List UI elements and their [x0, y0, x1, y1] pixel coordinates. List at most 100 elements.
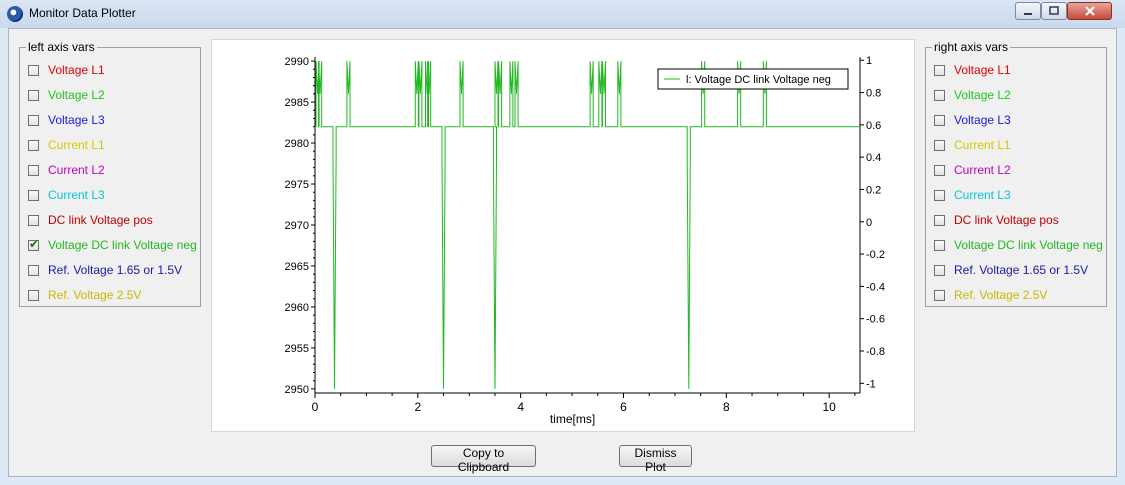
x-tick-label: 10 — [822, 400, 836, 414]
y2-tick-label: 0.8 — [866, 88, 881, 100]
y2-tick-label: -0.6 — [866, 314, 885, 326]
left-var-checkbox[interactable] — [28, 264, 39, 276]
right-var-item[interactable]: DC link Voltage pos — [934, 212, 1059, 228]
y2-tick-label: 0.6 — [866, 120, 881, 132]
plot-area[interactable]: 2950 2955 2960 2965 2970 2975 2980 2985 2990 -1 -0… — [211, 39, 915, 432]
right-var-item[interactable]: Voltage L1 — [934, 62, 1011, 78]
left-var-item[interactable]: Voltage L2 — [28, 87, 105, 103]
y2-tick-label: -0.4 — [866, 281, 885, 293]
y2-tick-label: 0.2 — [866, 184, 881, 196]
right-var-item[interactable]: Current L1 — [934, 137, 1011, 153]
right-var-checkbox[interactable] — [934, 214, 945, 226]
right-var-checkbox[interactable] — [934, 289, 945, 301]
left-var-item[interactable]: Voltage L3 — [28, 112, 105, 128]
x-tick-label: 6 — [620, 400, 627, 414]
window-title: Monitor Data Plotter — [29, 6, 136, 20]
left-axis-vars-group: left axis vars Voltage L1 Voltage L2 Volta… — [19, 40, 201, 307]
close-button[interactable] — [1067, 2, 1112, 20]
right-var-checkbox[interactable] — [934, 114, 945, 126]
title-bar[interactable]: Monitor Data Plotter — [0, 0, 1125, 28]
right-var-checkbox[interactable] — [934, 264, 945, 276]
right-var-checkbox[interactable] — [934, 89, 945, 101]
client-area: left axis vars Voltage L1 Voltage L2 Volta… — [8, 28, 1117, 477]
right-var-item[interactable]: Voltage L2 — [934, 87, 1011, 103]
y-tick-label: 2960 — [285, 302, 309, 314]
close-icon — [1084, 6, 1095, 16]
left-axis-vars-title: left axis vars — [26, 40, 97, 54]
left-var-item[interactable]: Ref. Voltage 2.5V — [28, 287, 141, 303]
left-var-checkbox[interactable] — [28, 114, 39, 126]
left-var-item[interactable]: Voltage L1 — [28, 62, 105, 78]
left-var-label: DC link Voltage pos — [48, 213, 153, 227]
legend-label: l: Voltage DC link Voltage neg — [686, 74, 831, 86]
left-var-item[interactable]: ✔ Voltage DC link Voltage neg — [28, 237, 197, 253]
left-var-label: Current L1 — [48, 138, 105, 152]
left-var-item[interactable]: Current L3 — [28, 187, 105, 203]
y2-tick-label: 0 — [866, 217, 872, 229]
line-chart[interactable]: 2950 2955 2960 2965 2970 2975 2980 2985 2990 -1 -0… — [212, 40, 914, 431]
right-var-checkbox[interactable] — [934, 64, 945, 76]
left-var-checkbox[interactable]: ✔ — [28, 236, 40, 251]
y-tick-label: 2965 — [285, 261, 309, 273]
left-var-label: Current L2 — [48, 163, 105, 177]
y2-tick-label: 0.4 — [866, 152, 881, 164]
right-var-label: Voltage DC link Voltage neg — [954, 238, 1103, 252]
left-var-checkbox[interactable] — [28, 89, 39, 101]
left-var-item[interactable]: Current L1 — [28, 137, 105, 153]
left-var-label: Voltage L2 — [48, 88, 105, 102]
y-tick-label: 2985 — [285, 97, 309, 109]
checkmark-icon: ✔ — [29, 236, 40, 251]
right-var-item[interactable]: Voltage DC link Voltage neg — [934, 237, 1103, 253]
dismiss-plot-button[interactable]: Dismiss Plot — [619, 445, 692, 474]
left-var-label: Current L3 — [48, 188, 105, 202]
left-var-label: Voltage DC link Voltage neg — [48, 238, 197, 252]
left-var-item[interactable]: DC link Voltage pos — [28, 212, 153, 228]
x-tick-label: 0 — [312, 400, 319, 414]
right-var-label: Voltage L2 — [954, 88, 1011, 102]
y-tick-label: 2975 — [285, 179, 309, 191]
right-var-item[interactable]: Ref. Voltage 2.5V — [934, 287, 1047, 303]
left-var-checkbox[interactable] — [28, 214, 39, 226]
left-var-checkbox[interactable] — [28, 289, 39, 301]
y-tick-label: 2950 — [285, 384, 309, 396]
y2-tick-label: -0.8 — [866, 346, 885, 358]
right-var-label: Voltage L1 — [954, 63, 1011, 77]
y2-tick-label: -1 — [866, 378, 876, 390]
x-axis-label: time[ms] — [550, 412, 595, 426]
left-var-checkbox[interactable] — [28, 164, 39, 176]
series-line — [315, 61, 860, 389]
right-var-item[interactable]: Current L3 — [934, 187, 1011, 203]
right-axis-vars-group: right axis vars Voltage L1 Voltage L2 Volt… — [925, 40, 1107, 307]
maximize-button[interactable] — [1041, 2, 1067, 20]
right-var-checkbox[interactable] — [934, 189, 945, 201]
right-var-label: Ref. Voltage 2.5V — [954, 288, 1048, 302]
right-var-item[interactable]: Current L2 — [934, 162, 1011, 178]
copy-to-clipboard-button[interactable]: Copy to Clipboard — [431, 445, 536, 474]
y2-tick-label: -0.2 — [866, 249, 885, 261]
x-tick-label: 4 — [517, 400, 524, 414]
right-var-checkbox[interactable] — [934, 164, 945, 176]
y-tick-label: 2970 — [285, 220, 309, 232]
left-var-checkbox[interactable] — [28, 64, 39, 76]
y-tick-label: 2990 — [285, 56, 309, 68]
right-var-label: DC link Voltage pos — [954, 213, 1059, 227]
left-var-checkbox[interactable] — [28, 139, 39, 151]
left-var-label: Voltage L3 — [48, 113, 105, 127]
right-var-label: Ref. Voltage 1.65 or 1.5V — [954, 263, 1089, 277]
left-var-label: Voltage L1 — [48, 63, 105, 77]
right-var-checkbox[interactable] — [934, 239, 945, 251]
minimize-button[interactable] — [1015, 2, 1041, 20]
right-var-label: Voltage L3 — [954, 113, 1011, 127]
right-var-item[interactable]: Voltage L3 — [934, 112, 1011, 128]
left-var-item[interactable]: Current L2 — [28, 162, 105, 178]
x-tick-label: 8 — [723, 400, 730, 414]
app-icon — [7, 6, 23, 22]
minimize-icon — [1024, 13, 1032, 15]
left-var-checkbox[interactable] — [28, 189, 39, 201]
left-var-item[interactable]: Ref. Voltage 1.65 or 1.5V — [28, 262, 182, 278]
y-tick-label: 2980 — [285, 138, 309, 150]
y-tick-label: 2955 — [285, 343, 309, 355]
left-var-label: Ref. Voltage 2.5V — [48, 288, 142, 302]
right-var-item[interactable]: Ref. Voltage 1.65 or 1.5V — [934, 262, 1088, 278]
right-var-checkbox[interactable] — [934, 139, 945, 151]
